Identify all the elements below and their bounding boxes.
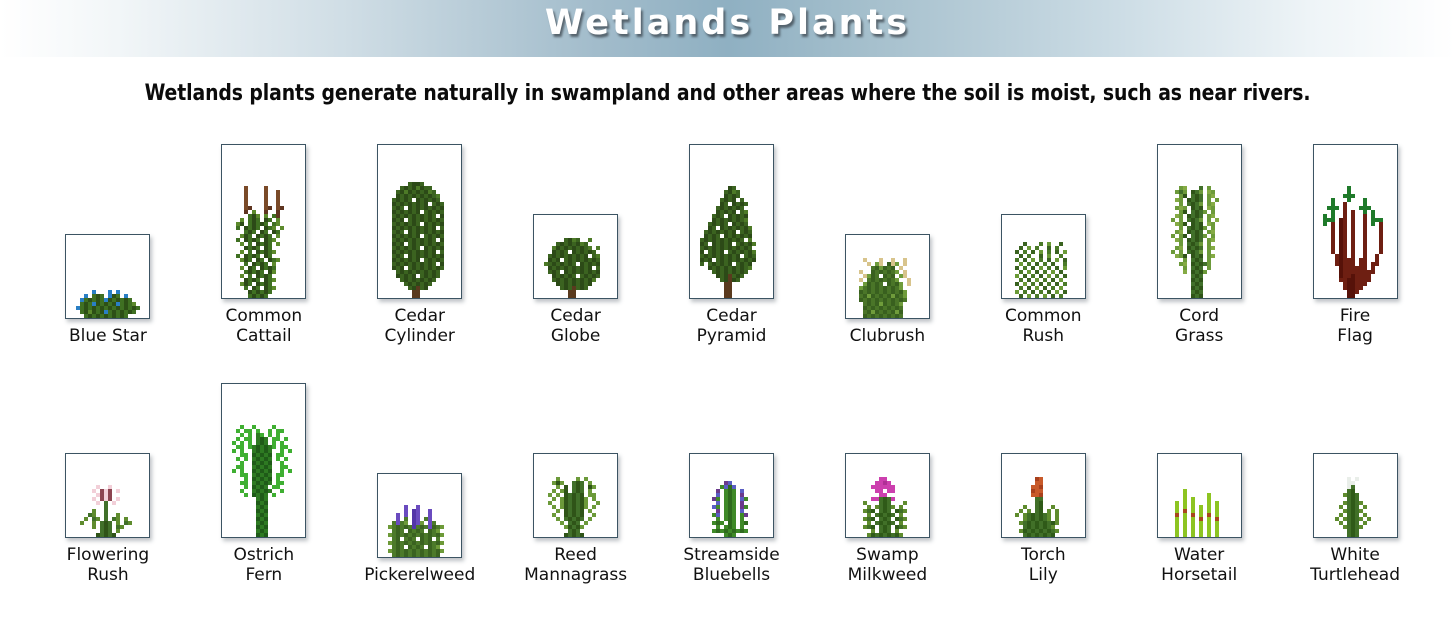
plant-sprite-clubrush bbox=[855, 254, 919, 319]
plant-label: Cord Grass bbox=[1175, 306, 1224, 347]
plant-sprite-water-horsetail bbox=[1167, 473, 1231, 538]
plant-cell: White Turtlehead bbox=[1277, 453, 1433, 586]
plant-card-ostrich-fern[interactable] bbox=[221, 383, 307, 539]
plant-cell: Clubrush bbox=[809, 234, 965, 347]
plant-label: White Turtlehead bbox=[1310, 545, 1400, 586]
plant-sprite-cord-grass bbox=[1167, 178, 1231, 299]
plant-sprite-common-cattail bbox=[232, 178, 296, 299]
plant-sprite-pickerelweed bbox=[387, 493, 452, 558]
plant-label: Pickerelweed bbox=[364, 565, 476, 586]
plant-card-cedar-cylinder[interactable] bbox=[377, 144, 463, 300]
plant-label: Fire Flag bbox=[1337, 306, 1373, 347]
plant-cell: Cedar Globe bbox=[498, 214, 654, 347]
plant-row-1: Blue Star Common Cattail Cedar Cylinder Ced… bbox=[0, 122, 1455, 347]
plant-sprite-reed-mannagrass bbox=[544, 473, 608, 538]
plant-cell: Common Rush bbox=[965, 214, 1121, 347]
plant-cell: Torch Lily bbox=[965, 453, 1121, 586]
plant-label: Clubrush bbox=[849, 326, 926, 347]
plant-cell: Flowering Rush bbox=[30, 453, 186, 586]
plant-label: Common Rush bbox=[1005, 306, 1082, 347]
plant-cell: Cord Grass bbox=[1121, 144, 1277, 347]
page-subtitle: Wetlands plants generate naturally in sw… bbox=[144, 80, 1311, 106]
plant-cell: Cedar Pyramid bbox=[654, 144, 810, 347]
plant-card-swamp-milkweed[interactable] bbox=[844, 453, 930, 539]
plant-label: Reed Mannagrass bbox=[524, 545, 628, 586]
plant-sprite-flowering-rush bbox=[76, 473, 140, 538]
plant-label: Common Cattail bbox=[225, 306, 303, 347]
plant-sprite-blue-star bbox=[75, 254, 140, 319]
plant-sprite-swamp-milkweed bbox=[855, 473, 919, 538]
plant-sprite-ostrich-fern bbox=[231, 417, 296, 538]
plant-label: Cedar Cylinder bbox=[384, 306, 455, 347]
plant-sprite-common-rush bbox=[1011, 234, 1075, 299]
plant-card-common-rush[interactable] bbox=[1000, 214, 1086, 300]
plant-card-fire-flag[interactable] bbox=[1312, 144, 1398, 300]
plant-cell: Fire Flag bbox=[1277, 144, 1433, 347]
plant-card-torch-lily[interactable] bbox=[1000, 453, 1086, 539]
plant-card-reed-mannagrass[interactable] bbox=[533, 453, 619, 539]
plant-card-white-turtlehead[interactable] bbox=[1312, 453, 1398, 539]
page-title: Wetlands Plants bbox=[544, 3, 911, 43]
plant-label: Streamside Bluebells bbox=[683, 545, 780, 586]
plant-card-blue-star[interactable] bbox=[65, 234, 151, 320]
plant-label: Ostrich Fern bbox=[233, 545, 295, 586]
plant-sprite-streamside-bluebells bbox=[700, 473, 764, 538]
plant-row-2: Flowering Rush Ostrich Fern Pickerelweed Re… bbox=[0, 354, 1455, 586]
plant-card-pickerelweed[interactable] bbox=[377, 473, 463, 559]
page-banner: Wetlands Plants bbox=[0, 0, 1455, 57]
plant-label: Blue Star bbox=[69, 326, 147, 347]
plant-card-cedar-globe[interactable] bbox=[533, 214, 619, 300]
plant-card-streamside-bluebells[interactable] bbox=[689, 453, 774, 539]
plant-cell: Ostrich Fern bbox=[186, 383, 342, 586]
plant-card-common-cattail[interactable] bbox=[221, 144, 307, 300]
plant-label: Swamp Milkweed bbox=[847, 545, 928, 586]
plant-card-cedar-pyramid[interactable] bbox=[689, 144, 774, 300]
plant-card-water-horsetail[interactable] bbox=[1156, 453, 1242, 539]
plant-cell: Common Cattail bbox=[186, 144, 342, 347]
plant-card-flowering-rush[interactable] bbox=[65, 453, 151, 539]
plant-cell: Pickerelweed bbox=[342, 473, 498, 586]
plant-label: Water Horsetail bbox=[1161, 545, 1238, 586]
plant-sprite-cedar-pyramid bbox=[699, 178, 764, 299]
plant-sprite-white-turtlehead bbox=[1323, 473, 1387, 538]
plant-grid: Blue Star Common Cattail Cedar Cylinder Ced… bbox=[0, 122, 1455, 586]
plant-cell: Swamp Milkweed bbox=[809, 453, 965, 586]
plant-label: Cedar Globe bbox=[550, 306, 601, 347]
plant-label: Torch Lily bbox=[1020, 545, 1066, 586]
plant-cell: Water Horsetail bbox=[1121, 453, 1277, 586]
plant-cell: Reed Mannagrass bbox=[498, 453, 654, 586]
plant-sprite-cedar-globe bbox=[543, 234, 608, 299]
plant-label: Cedar Pyramid bbox=[696, 306, 767, 347]
plant-card-cord-grass[interactable] bbox=[1156, 144, 1242, 300]
plant-cell: Cedar Cylinder bbox=[342, 144, 498, 347]
plant-cell: Streamside Bluebells bbox=[654, 453, 810, 586]
plant-sprite-cedar-cylinder bbox=[388, 178, 452, 299]
plant-cell: Blue Star bbox=[30, 234, 186, 347]
plant-card-clubrush[interactable] bbox=[844, 234, 930, 320]
plant-sprite-torch-lily bbox=[1011, 473, 1075, 538]
plant-sprite-fire-flag bbox=[1323, 178, 1387, 299]
plant-label: Flowering Rush bbox=[66, 545, 150, 586]
